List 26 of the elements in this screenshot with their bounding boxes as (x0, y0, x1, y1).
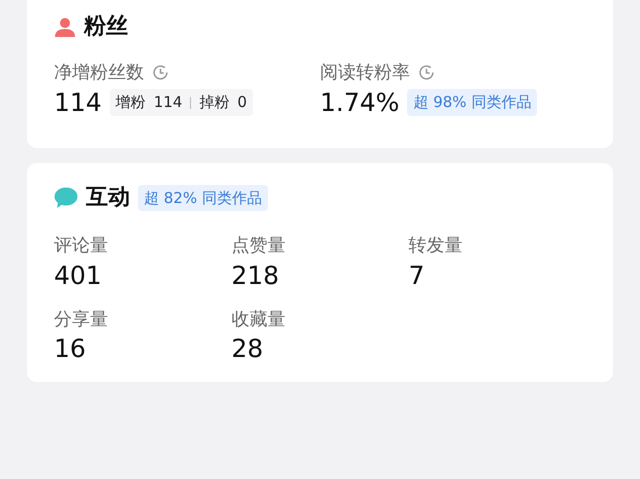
rank-badge: 超 82% 同类作品 (138, 184, 268, 212)
stat-value: 28 (231, 334, 264, 364)
stat-value: 401 (54, 260, 103, 291)
speech-bubble-icon (54, 186, 78, 209)
breakdown-label: 掉粉 (199, 92, 230, 114)
section-title: 粉丝 (84, 16, 128, 38)
stat-value: 7 (408, 260, 426, 291)
metric-value: 1.74% (320, 88, 400, 118)
stat-label: 点赞量 (231, 235, 286, 257)
stat-value: 16 (54, 334, 87, 364)
stat-label: 转发量 (408, 235, 464, 257)
breakdown-value: 0 (237, 92, 247, 114)
person-icon (54, 16, 76, 38)
stat-label: 分享量 (54, 308, 109, 330)
clock-icon (418, 64, 435, 82)
stat-value: 218 (231, 260, 280, 291)
breakdown-label: 增粉 (116, 92, 146, 114)
stat-label: 评论量 (54, 235, 109, 257)
metric-label: 阅读转粉率 (320, 62, 410, 84)
section-title: 互动 (86, 186, 130, 209)
rank-badge: 超 98% 同类作品 (407, 89, 538, 116)
metric-value: 114 (54, 88, 102, 118)
metric-label: 净增粉丝数 (54, 62, 144, 84)
stat-label: 收藏量 (231, 308, 286, 330)
breakdown-value: 114 (154, 92, 182, 114)
clock-icon (152, 64, 169, 82)
